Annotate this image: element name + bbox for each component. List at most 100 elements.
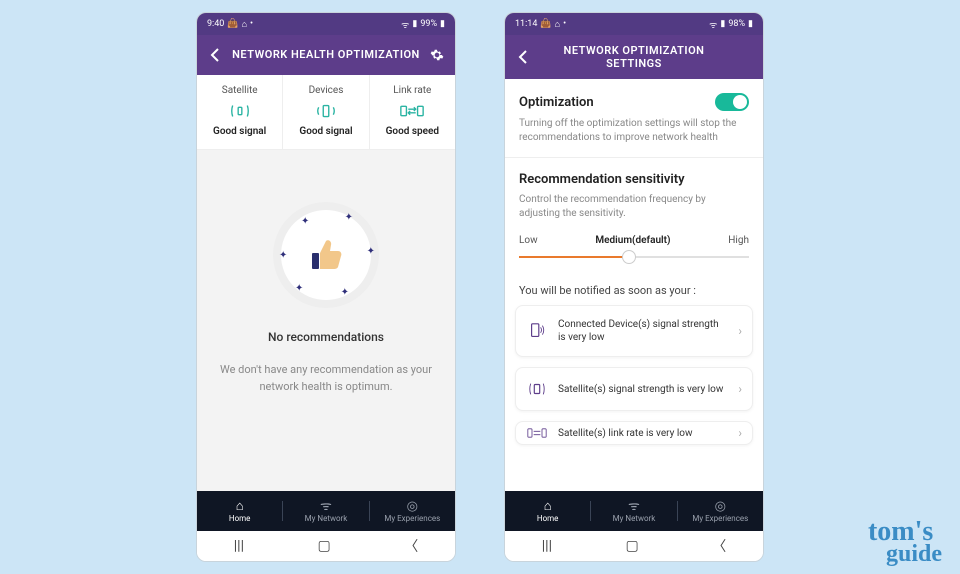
nav-home-label: Home	[537, 514, 559, 523]
nav-myexp[interactable]: ◎ My Experiences	[678, 500, 763, 523]
notification-card-list: Connected Device(s) signal strength is v…	[505, 305, 763, 445]
sparkle-icon: ✦	[279, 250, 287, 261]
devices-status: Good signal	[287, 126, 364, 137]
thumbs-up-icon	[306, 235, 346, 275]
sparkle-icon: ✦	[341, 287, 349, 298]
wifi-nav-icon: ᯤ	[628, 500, 640, 513]
main-content: Optimization Turning off the optimizatio…	[505, 79, 763, 491]
bottom-nav: ⌂ Home ᯤ My Network ◎ My Experiences	[505, 491, 763, 531]
dot-icon: •	[563, 19, 566, 29]
status-battery: 98%	[728, 19, 745, 29]
notify-lead-text: You will be notified as soon as your :	[505, 270, 763, 305]
satellite-status: Good signal	[201, 126, 278, 137]
home-small-icon: ⌂	[242, 19, 247, 30]
optimization-desc: Turning off the optimization settings wi…	[519, 117, 749, 145]
notify-card-text: Satellite(s) signal strength is very low	[558, 383, 728, 396]
home-small-icon: ⌂	[555, 19, 560, 30]
chevron-right-icon: ›	[738, 382, 742, 396]
health-summary-row: Satellite Good signal Devices Good signa…	[197, 75, 455, 150]
home-icon: ⌂	[544, 500, 552, 513]
satellite-icon	[526, 380, 548, 398]
device-icon	[526, 322, 548, 340]
settings-button[interactable]	[429, 47, 445, 63]
sensitivity-section: Recommendation sensitivity Control the r…	[505, 158, 763, 270]
target-icon: ◎	[407, 500, 418, 513]
status-bar: 11:14 👜 ⌂ • ᯤ ▮ 98% ▮	[505, 13, 763, 35]
sparkle-icon: ✦	[367, 246, 375, 257]
notify-card-satellite-signal[interactable]: Satellite(s) signal strength is very low…	[515, 367, 753, 411]
nav-myexp[interactable]: ◎ My Experiences	[370, 500, 455, 523]
linkrate-card[interactable]: Link rate Good speed	[370, 75, 455, 149]
watermark-line2: guide	[886, 544, 942, 564]
nav-mynetwork-label: My Network	[613, 514, 656, 523]
page-title: NETWORK HEALTH OPTIMIZATION	[223, 48, 429, 61]
app-header: NETWORK HEALTH OPTIMIZATION	[197, 35, 455, 75]
notify-card-text: Connected Device(s) signal strength is v…	[558, 318, 728, 344]
sys-home[interactable]: ▢	[626, 538, 639, 554]
sys-home[interactable]: ▢	[318, 538, 331, 554]
status-battery: 99%	[420, 19, 437, 29]
slider-thumb[interactable]	[622, 250, 636, 264]
sys-recents[interactable]: |||	[542, 538, 552, 554]
home-icon: ⌂	[236, 500, 244, 513]
notify-card-device-signal[interactable]: Connected Device(s) signal strength is v…	[515, 305, 753, 357]
satellite-icon	[201, 100, 278, 122]
nav-home[interactable]: ⌂ Home	[197, 500, 282, 523]
sensitivity-low: Low	[519, 235, 538, 246]
optimization-section: Optimization Turning off the optimizatio…	[505, 79, 763, 158]
sensitivity-desc: Control the recommendation frequency by …	[519, 193, 749, 221]
no-recommendations-title: No recommendations	[268, 330, 384, 344]
bottom-nav: ⌂ Home ᯤ My Network ◎ My Experiences	[197, 491, 455, 531]
wifi-nav-icon: ᯤ	[320, 500, 332, 513]
wifi-icon: ᯤ	[709, 18, 717, 31]
nav-myexp-label: My Experiences	[384, 514, 440, 523]
nav-myexp-label: My Experiences	[692, 514, 748, 523]
chevron-right-icon: ›	[738, 426, 742, 440]
no-recommendations-desc: We don't have any recommendation as your…	[197, 362, 455, 395]
satellite-card[interactable]: Satellite Good signal	[197, 75, 283, 149]
target-icon: ◎	[715, 500, 726, 513]
thumbs-up-graphic: ✦ ✦ ✦ ✦ ✦ ✦	[281, 210, 371, 300]
nav-home[interactable]: ⌂ Home	[505, 500, 590, 523]
back-button[interactable]	[207, 47, 223, 63]
linkrate-icon	[374, 100, 451, 122]
sys-back[interactable]: 〈	[712, 536, 726, 556]
sys-recents[interactable]: |||	[234, 538, 244, 554]
battery-icon: ▮	[440, 19, 445, 29]
signal-icon: ▮	[412, 19, 417, 29]
watermark-logo: tom's guide	[868, 520, 942, 564]
status-bar: 9:40 👜 ⌂ • ᯤ ▮ 99% ▮	[197, 13, 455, 35]
sys-back[interactable]: 〈	[404, 536, 418, 556]
android-system-nav: ||| ▢ 〈	[505, 531, 763, 561]
nav-mynetwork[interactable]: ᯤ My Network	[591, 500, 676, 523]
linkrate-status: Good speed	[374, 126, 451, 137]
devices-card[interactable]: Devices Good signal	[283, 75, 369, 149]
back-button[interactable]	[515, 49, 531, 65]
notify-card-satellite-linkrate[interactable]: Satellite(s) link rate is very low ›	[515, 421, 753, 445]
android-system-nav: ||| ▢ 〈	[197, 531, 455, 561]
nav-mynetwork[interactable]: ᯤ My Network	[283, 500, 368, 523]
sparkle-icon: ✦	[295, 283, 303, 294]
optimization-title: Optimization	[519, 95, 594, 110]
dot-icon: •	[250, 19, 253, 29]
battery-icon: ▮	[748, 19, 753, 29]
satellite-label: Satellite	[201, 85, 278, 96]
sensitivity-high: High	[728, 235, 749, 246]
slider-fill	[519, 256, 629, 258]
devices-icon	[287, 100, 364, 122]
notify-card-text: Satellite(s) link rate is very low	[558, 427, 728, 440]
sensitivity-slider[interactable]	[519, 256, 749, 258]
phone-2: 11:14 👜 ⌂ • ᯤ ▮ 98% ▮ NETWORK OPTIMIZATI…	[504, 12, 764, 562]
signal-icon: ▮	[720, 19, 725, 29]
optimization-toggle[interactable]	[715, 93, 749, 111]
title-line1: NETWORK OPTIMIZATION	[564, 44, 705, 57]
devices-label: Devices	[287, 85, 364, 96]
title-line2: SETTINGS	[606, 57, 662, 70]
status-time: 11:14	[515, 19, 537, 29]
bag-icon: 👜	[540, 19, 551, 29]
status-time: 9:40	[207, 19, 224, 29]
wifi-icon: ᯤ	[401, 18, 409, 31]
page-title: NETWORK OPTIMIZATION SETTINGS	[531, 44, 737, 70]
phone-1: 9:40 👜 ⌂ • ᯤ ▮ 99% ▮ NETWORK HEALTH OPTI…	[196, 12, 456, 562]
sensitivity-title: Recommendation sensitivity	[519, 172, 749, 187]
